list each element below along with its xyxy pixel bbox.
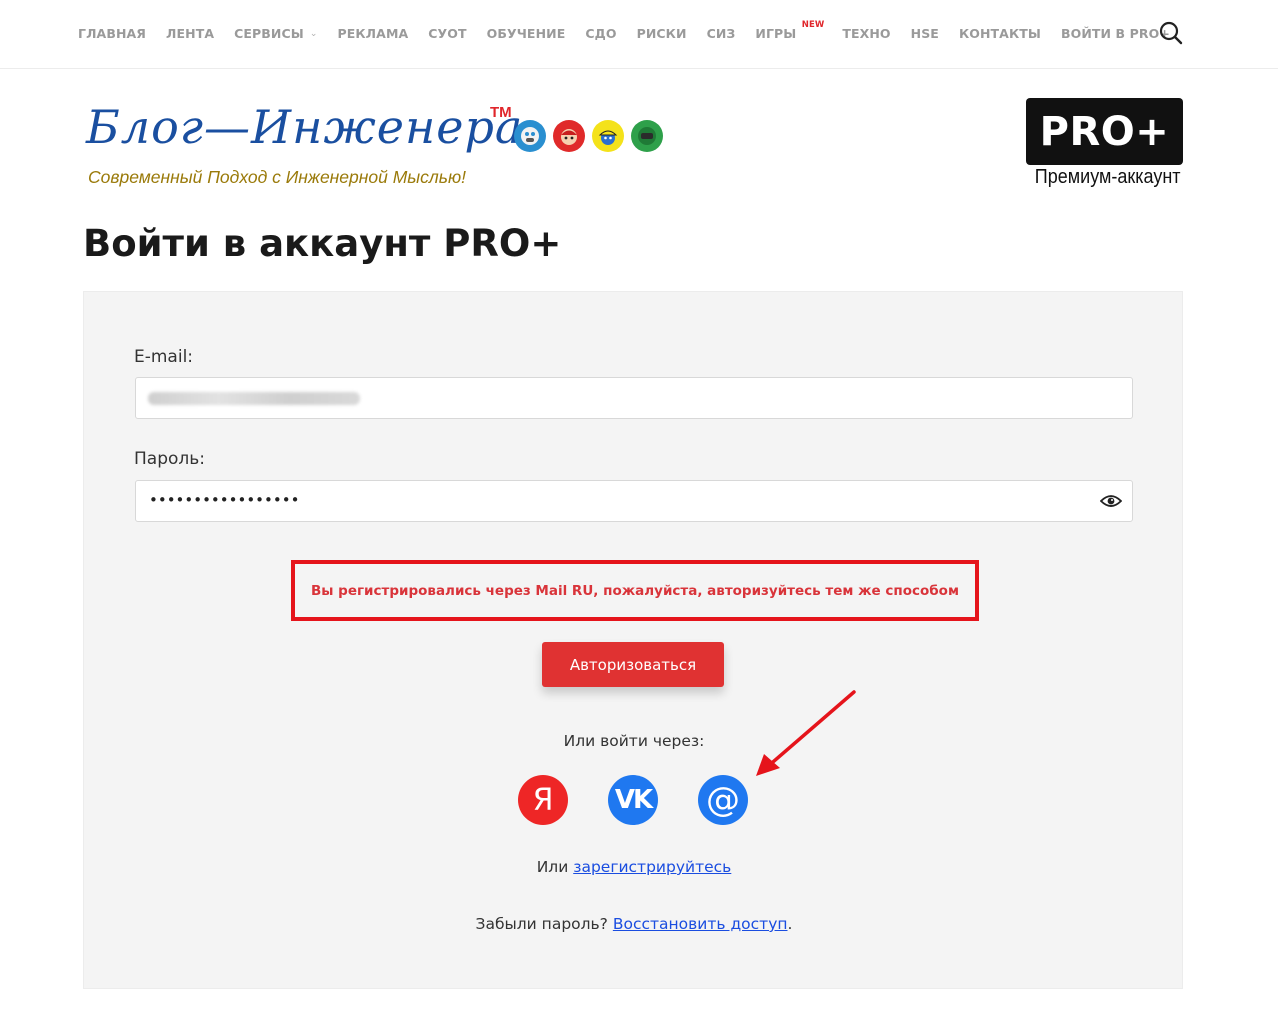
nav-menu: ГЛАВНАЯ ЛЕНТА СЕРВИСЫ ⌄ РЕКЛАМА СУОТ ОБУЧ… (78, 20, 1190, 41)
pro-caption: Премиум-аккаунт (1034, 166, 1181, 188)
chevron-down-icon: ⌄ (309, 28, 318, 39)
nav-item-games[interactable]: ИГРЫ NEW (755, 20, 824, 41)
logo-title: Блог—Инженера (86, 100, 524, 154)
error-message-box: Вы регистрировались через Mail RU, пожал… (291, 560, 979, 621)
forgot-suffix: . (787, 915, 793, 933)
nav-item-siz[interactable]: СИЗ (707, 26, 736, 41)
nav-item-techno[interactable]: ТЕХНО (842, 26, 890, 41)
register-line: Или зарегистрируйтесь (84, 858, 1184, 876)
mail-ru-login-button[interactable]: @ (698, 775, 748, 825)
register-link[interactable]: зарегистрируйтесь (573, 858, 731, 876)
yandex-icon: Я (532, 782, 554, 818)
mascot-icons (514, 120, 670, 152)
vk-icon: VK (614, 785, 653, 815)
pro-badge[interactable]: PRO+ (1026, 98, 1183, 165)
mascot-firefighter-icon (553, 120, 585, 152)
forgot-password-line: Забыли пароль? Восстановить доступ. (84, 915, 1184, 933)
email-value-redacted (148, 392, 360, 405)
mascot-welder-icon (631, 120, 663, 152)
trademark-mark: TM (490, 104, 512, 121)
nav-item-hse[interactable]: HSE (911, 26, 939, 41)
annotation-arrow-icon (756, 690, 856, 776)
nav-item-suot[interactable]: СУОТ (428, 26, 466, 41)
site-logo[interactable]: Блог—Инженера TM Современный Подход с Ин… (86, 100, 676, 190)
email-label: E-mail: (134, 347, 194, 367)
login-form-panel: E-mail: Пароль: ••••••••••••••••• Вы рег… (83, 291, 1183, 989)
logo-slogan: Современный Подход с Инженерной Мыслью! (88, 167, 467, 187)
nav-item-sdo[interactable]: СДО (585, 26, 616, 41)
vk-login-button[interactable]: VK (608, 775, 658, 825)
nav-item-games-label: ИГРЫ (755, 26, 797, 41)
mascot-respirator-icon (514, 120, 546, 152)
nav-item-home[interactable]: ГЛАВНАЯ (78, 26, 146, 41)
email-field[interactable] (135, 377, 1133, 419)
password-value: ••••••••••••••••• (149, 491, 300, 509)
nav-item-services-label: СЕРВИСЫ (234, 26, 304, 41)
error-message: Вы регистрировались через Mail RU, пожал… (310, 582, 959, 599)
nav-item-feed[interactable]: ЛЕНТА (166, 26, 214, 41)
forgot-prefix: Забыли пароль? (475, 915, 613, 933)
nav-item-risks[interactable]: РИСКИ (637, 26, 687, 41)
search-icon[interactable] (1158, 20, 1184, 46)
nav-item-login-pro[interactable]: ВОЙТИ В PRO+ (1061, 26, 1170, 41)
nav-item-contacts[interactable]: КОНТАКТЫ (959, 26, 1041, 41)
nav-item-ads[interactable]: РЕКЛАМА (337, 26, 408, 41)
authorize-button[interactable]: Авторизоваться (542, 642, 724, 687)
top-navigation: ГЛАВНАЯ ЛЕНТА СЕРВИСЫ ⌄ РЕКЛАМА СУОТ ОБУЧ… (0, 0, 1278, 69)
nav-item-services[interactable]: СЕРВИСЫ ⌄ (234, 26, 317, 41)
password-label: Пароль: (134, 449, 206, 469)
new-badge: NEW (801, 20, 825, 30)
nav-item-training[interactable]: ОБУЧЕНИЕ (487, 26, 566, 41)
eye-icon[interactable] (1099, 493, 1123, 509)
restore-access-link[interactable]: Восстановить доступ (613, 915, 788, 933)
alt-login-label: Или войти через: (563, 732, 705, 750)
yandex-login-button[interactable]: Я (518, 775, 568, 825)
mail-ru-icon: @ (706, 780, 740, 820)
mascot-worker-icon (592, 120, 624, 152)
page-title: Войти в аккаунт PRO+ (83, 222, 562, 265)
register-prefix: Или (536, 858, 574, 876)
password-field[interactable]: ••••••••••••••••• (135, 480, 1133, 522)
